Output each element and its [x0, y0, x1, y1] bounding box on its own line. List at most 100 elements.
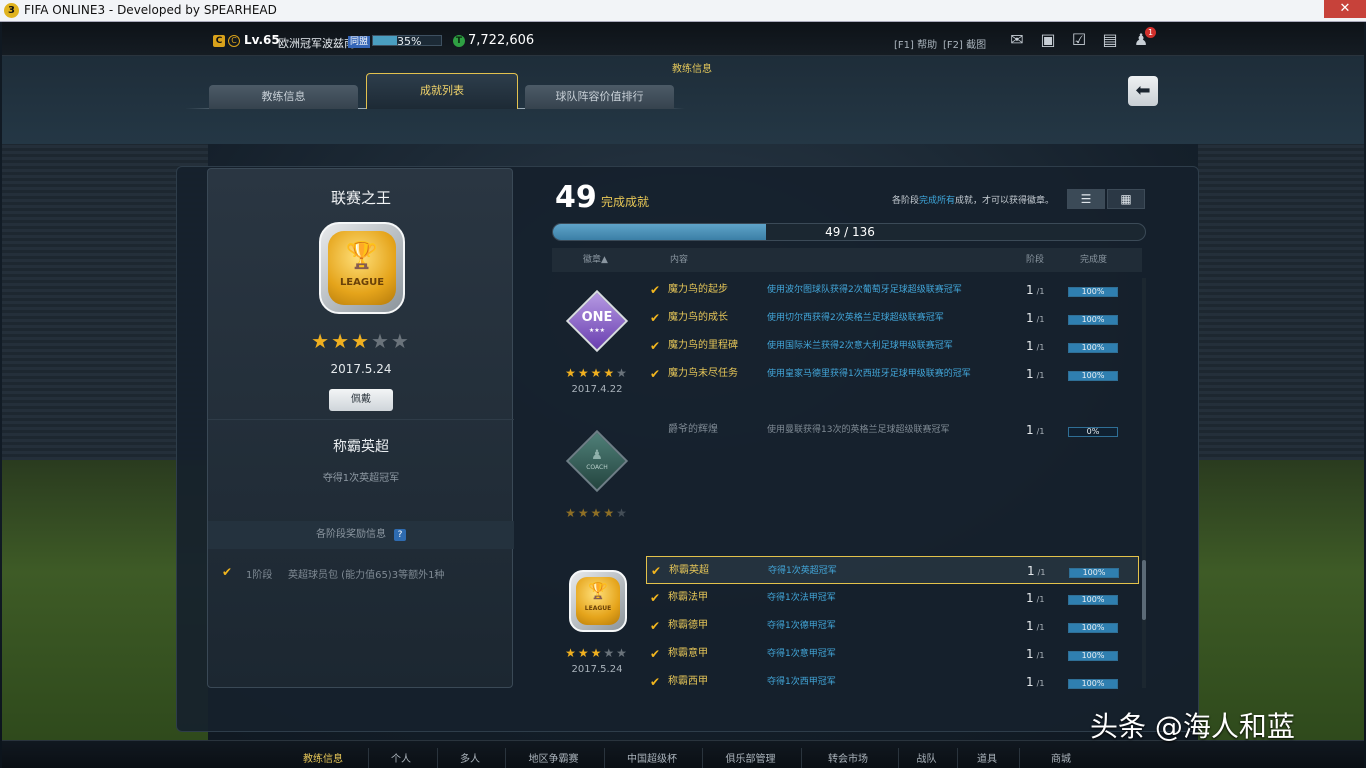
check-icon: ✔ [650, 311, 661, 325]
tab-coach-info[interactable]: 教练信息 [209, 85, 358, 109]
team-name: 欧洲冠军波兹南 [278, 37, 355, 50]
nav-item[interactable]: 战队 [898, 740, 955, 768]
completion-percent: 100% [1082, 568, 1106, 577]
nav-item[interactable]: 俱乐部管理 [702, 740, 799, 768]
completion-bar: 100% [1068, 315, 1118, 325]
window-close-button[interactable]: ✕ [1324, 0, 1366, 18]
achievement-stage: 1/1 [1026, 360, 1044, 390]
pitch-right [1198, 460, 1364, 740]
achievement-row[interactable]: ✔ 称霸西甲 夺得1次西甲冠军 1/1 100% [646, 668, 1139, 696]
achievement-name: 称霸法甲 [668, 592, 708, 603]
col-badge[interactable]: 徽章▲ [583, 248, 608, 272]
nav-separator [437, 748, 438, 768]
completion-percent: 100% [1081, 343, 1105, 352]
mail-icon[interactable]: ✉ [1006, 30, 1028, 50]
check-icon: ✔ [650, 619, 661, 633]
check-icon: ✔ [650, 339, 661, 353]
achievement-row[interactable]: ✔ 称霸德甲 夺得1次德甲冠军 1/1 100% [646, 612, 1139, 640]
achievement-stage: 1/1 [1026, 416, 1044, 446]
achievement-name: 魔力鸟的里程碑 [668, 340, 738, 351]
stage-total: /1 [1036, 371, 1045, 380]
close-icon: ✕ [1339, 1, 1351, 16]
group-medal-one-icon: ONE ★★★ [565, 289, 629, 353]
group-star-rating: ★★★★★ [565, 366, 629, 380]
panel-icon[interactable]: ▣ [1037, 30, 1059, 50]
stage-value: 1 [1026, 283, 1034, 297]
reward-info-header: 各阶段奖励信息? [208, 521, 514, 549]
calendar-check-icon[interactable]: ☑ [1068, 30, 1090, 50]
achievement-name: 魔力鸟的成长 [668, 312, 728, 323]
achievement-name: 魔力鸟的起步 [668, 284, 728, 295]
achievement-stage: 1/1 [1027, 557, 1045, 587]
achievement-row[interactable]: ✔ 魔力鸟的成长 使用切尔西获得2次英格兰足球超级联赛冠军 1/1 100% [646, 304, 1139, 332]
grid-icon: ▦ [1120, 192, 1132, 206]
help-hotkey[interactable]: [F1] 帮助 [894, 36, 937, 51]
stage-total: /1 [1036, 287, 1045, 296]
completion-percent: 100% [1081, 315, 1105, 324]
detail-date: 2017.5.24 [330, 362, 392, 376]
stage-value: 1 [1026, 619, 1034, 633]
completion-bar: 100% [1069, 568, 1119, 578]
achievement-row[interactable]: ✔ 魔力鸟未尽任务 使用皇家马德里获得1次西班牙足球甲级联赛的冠军 1/1 100% [646, 360, 1139, 388]
watermark-text: 头条 @海人和蓝 [1090, 710, 1295, 743]
achievement-row[interactable]: ✔ 称霸英超 夺得1次英超冠军 1/1 100% [646, 556, 1139, 584]
app-logo-icon: 3 [4, 3, 19, 18]
completion-bar: 100% [1068, 623, 1118, 633]
help-question-icon[interactable]: ? [394, 529, 406, 541]
list-view-button[interactable]: ☰ [1067, 189, 1105, 209]
nav-item[interactable]: 道具 [957, 740, 1017, 768]
window-titlebar: 3 FIFA ONLINE3 - Developed by SPEARHEAD … [0, 0, 1366, 22]
nav-separator [368, 748, 369, 768]
col-completion: 完成度 [1080, 255, 1108, 265]
stage-value: 1 [1026, 367, 1034, 381]
notification-count-badge: 1 [1145, 27, 1156, 38]
achievement-name: 称霸意甲 [668, 648, 708, 659]
medal-one-text: ONE [581, 310, 613, 325]
achievement-desc: 使用曼联获得13次的英格兰足球超级联赛冠军 [767, 425, 950, 435]
nav-item[interactable]: 多人 [437, 740, 503, 768]
achievement-row[interactable]: ✔ 称霸法甲 夺得1次法甲冠军 1/1 100% [646, 584, 1139, 612]
xp-percent: 35% [397, 35, 422, 48]
stage-total: /1 [1036, 343, 1045, 352]
reward-row: ✔ 1阶段 英超球员包 (能力值65)3等额外1种 [222, 565, 502, 581]
achievement-desc: 夺得1次意甲冠军 [767, 649, 836, 659]
back-button[interactable]: ⬅ [1128, 76, 1158, 106]
achievement-row[interactable]: ✔ 魔力鸟的里程碑 使用国际米兰获得2次意大利足球甲级联赛冠军 1/1 100% [646, 332, 1139, 360]
stage-total: /1 [1037, 568, 1046, 577]
scrollbar-thumb[interactable] [1142, 560, 1146, 620]
screenshot-hotkey[interactable]: [F2] 截图 [943, 36, 986, 51]
nav-separator [957, 748, 958, 768]
top-info-bar [2, 22, 1364, 56]
equip-button[interactable]: 佩戴 [329, 389, 393, 411]
nav-separator [604, 748, 605, 768]
achievement-name: 称霸英超 [669, 565, 709, 576]
nav-item[interactable]: 地区争霸赛 [505, 740, 602, 768]
medal-coach-text: COACH [586, 464, 608, 471]
achievement-desc: 使用波尔图球队获得2次葡萄牙足球超级联赛冠军 [767, 285, 962, 295]
check-icon: ✔ [650, 367, 661, 381]
progress-text: 49 / 136 [825, 225, 875, 239]
nav-item[interactable]: 中国超级杯 [604, 740, 700, 768]
achievement-detail-card: 联赛之王 🏆 LEAGUE ★★★★★ 2017.5.24 佩戴 称霸英超 夺得1… [207, 168, 514, 688]
group-star-rating: ★★★★★ [565, 646, 629, 660]
completion-bar: 0% [1068, 427, 1118, 437]
achievement-row[interactable]: ✔ 魔力鸟的起步 使用波尔图球队获得2次葡萄牙足球超级联赛冠军 1/1 100% [646, 276, 1139, 304]
achievement-row[interactable]: ✔ 称霸意甲 夺得1次意甲冠军 1/1 100% [646, 640, 1139, 668]
achievement-row[interactable]: 爵爷的辉煌 使用曼联获得13次的英格兰足球超级联赛冠军 1/1 0% [646, 416, 1139, 444]
achievement-desc: 使用皇家马德里获得1次西班牙足球甲级联赛的冠军 [767, 369, 971, 379]
chat-icon[interactable]: ▤ [1099, 30, 1121, 50]
achievement-stage: 1/1 [1026, 276, 1044, 306]
nav-item[interactable]: 个人 [368, 740, 434, 768]
tab-squad-value-rank[interactable]: 球队阵容价值排行 [525, 85, 674, 109]
grid-view-button[interactable]: ▦ [1107, 189, 1145, 209]
tab-achievement-list[interactable]: 成就列表 [366, 73, 518, 109]
completion-percent: 100% [1081, 595, 1105, 604]
nav-separator [1019, 748, 1020, 768]
currency-coin-icon: T [453, 35, 465, 47]
list-scrollbar[interactable] [1142, 278, 1146, 688]
nav-item[interactable]: 教练信息 [288, 740, 358, 768]
stage-total: /1 [1036, 595, 1045, 604]
stage-value: 1 [1026, 423, 1034, 437]
nav-item[interactable]: 转会市场 [801, 740, 895, 768]
coach-figure-icon: ♟ [591, 448, 603, 463]
